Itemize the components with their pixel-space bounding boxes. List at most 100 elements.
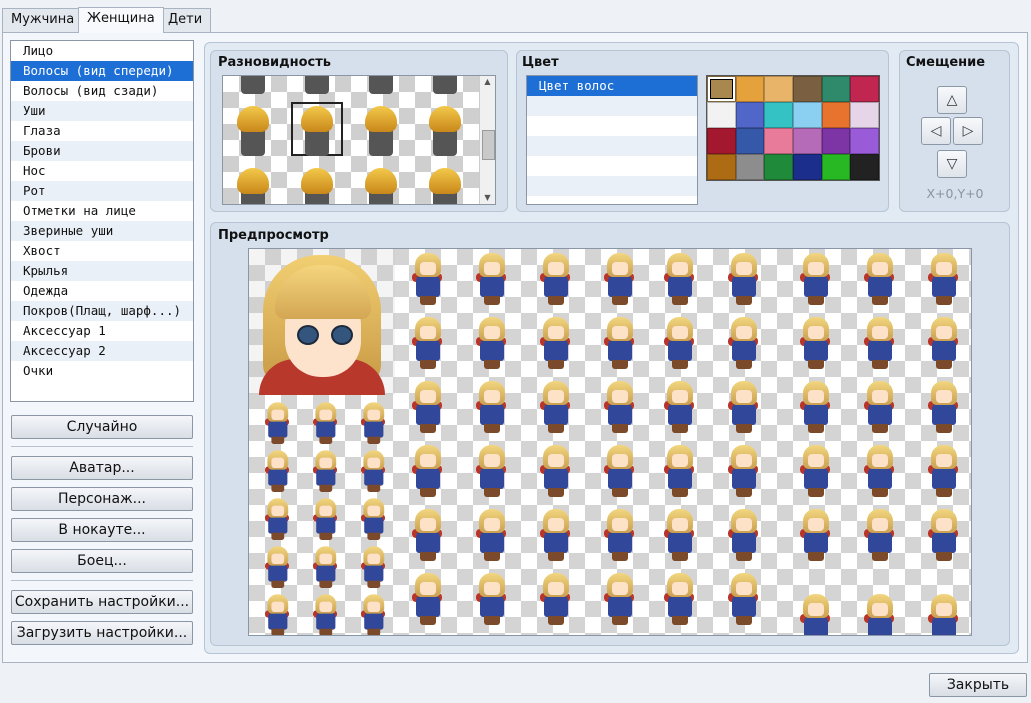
character-sprite xyxy=(599,509,639,563)
category-item[interactable]: Рот xyxy=(11,181,193,201)
character-sprite xyxy=(923,253,963,307)
avatar-button[interactable]: Аватар... xyxy=(11,456,193,480)
color-swatch[interactable] xyxy=(735,102,765,128)
color-list-item[interactable] xyxy=(527,136,697,156)
color-swatch[interactable] xyxy=(821,102,851,128)
close-button[interactable]: Закрыть xyxy=(929,673,1027,697)
color-swatch[interactable] xyxy=(850,76,879,102)
character-sprite xyxy=(471,445,511,499)
color-swatch[interactable] xyxy=(707,128,736,154)
color-list-item[interactable]: Цвет волос xyxy=(527,76,697,96)
color-swatch[interactable] xyxy=(764,102,793,128)
character-sprite xyxy=(923,509,963,563)
character-sprite xyxy=(659,445,699,499)
color-swatch[interactable] xyxy=(821,76,851,102)
hair-variant[interactable] xyxy=(415,98,475,160)
hair-variant[interactable] xyxy=(223,98,283,160)
character-sprite xyxy=(723,253,763,307)
hair-variant[interactable] xyxy=(415,76,475,98)
color-swatch[interactable] xyxy=(821,128,851,154)
color-swatch[interactable] xyxy=(821,154,851,180)
color-swatch[interactable] xyxy=(850,102,879,128)
color-swatch[interactable] xyxy=(764,154,793,180)
color-swatch[interactable] xyxy=(764,76,793,102)
color-swatch[interactable] xyxy=(735,128,765,154)
character-sprite xyxy=(923,594,963,635)
color-swatch[interactable] xyxy=(735,76,765,102)
color-swatch[interactable] xyxy=(792,154,822,180)
color-swatch[interactable] xyxy=(850,154,879,180)
tab-female[interactable]: Женщина xyxy=(78,7,164,33)
character-sprite xyxy=(795,381,835,435)
category-item[interactable]: Брови xyxy=(11,141,193,161)
fighter-button[interactable]: Боец... xyxy=(11,549,193,573)
face-portrait xyxy=(249,249,395,395)
category-item[interactable]: Аксессуар 1 xyxy=(11,321,193,341)
character-sprite xyxy=(407,573,447,627)
color-swatch[interactable] xyxy=(792,128,822,154)
hair-variant[interactable] xyxy=(223,76,283,98)
character-sprite xyxy=(599,381,639,435)
save-settings-button[interactable]: Сохранить настройки... xyxy=(11,590,193,614)
offset-up-button[interactable]: △ xyxy=(937,86,967,114)
hair-variant[interactable] xyxy=(415,160,475,204)
tab-male[interactable]: Мужчина xyxy=(2,8,84,32)
tab-kids[interactable]: Дети xyxy=(159,8,212,32)
color-swatch[interactable] xyxy=(707,76,736,102)
color-swatch[interactable] xyxy=(707,102,736,128)
category-item[interactable]: Волосы (вид сзади) xyxy=(11,81,193,101)
color-swatch[interactable] xyxy=(850,128,879,154)
character-sprite xyxy=(309,450,341,493)
load-settings-button[interactable]: Загрузить настройки... xyxy=(11,621,193,645)
category-item[interactable]: Покров(Плащ, шарф...) xyxy=(11,301,193,321)
color-list[interactable]: Цвет волос xyxy=(526,75,698,205)
character-sprite xyxy=(923,317,963,371)
variety-scrollbar[interactable]: ▲ ▼ xyxy=(479,76,495,204)
category-item[interactable]: Одежда xyxy=(11,281,193,301)
hair-variant[interactable] xyxy=(351,76,411,98)
color-list-item[interactable] xyxy=(527,176,697,196)
category-item[interactable]: Очки xyxy=(11,361,193,381)
knockout-button[interactable]: В нокауте... xyxy=(11,518,193,542)
category-item[interactable]: Аксессуар 2 xyxy=(11,341,193,361)
category-item[interactable]: Волосы (вид спереди) xyxy=(11,61,193,81)
hair-variant[interactable] xyxy=(351,98,411,160)
offset-down-button[interactable]: ▽ xyxy=(937,150,967,178)
hair-variant[interactable] xyxy=(287,160,347,204)
offset-left-button[interactable]: ◁ xyxy=(921,117,951,145)
color-list-item[interactable] xyxy=(527,156,697,176)
character-sprite xyxy=(407,317,447,371)
variety-grid[interactable] xyxy=(222,75,496,205)
color-swatch[interactable] xyxy=(764,128,793,154)
category-item[interactable]: Звериные уши xyxy=(11,221,193,241)
offset-right-button[interactable]: ▷ xyxy=(953,117,983,145)
color-list-item[interactable] xyxy=(527,96,697,116)
category-list[interactable]: Лицо Волосы (вид спереди) Волосы (вид сзад… xyxy=(10,40,194,402)
character-sprite xyxy=(795,509,835,563)
character-sprite xyxy=(723,573,763,627)
character-sprite xyxy=(407,381,447,435)
color-palette[interactable] xyxy=(706,75,880,181)
hair-variant[interactable] xyxy=(351,160,411,204)
color-swatch[interactable] xyxy=(707,154,736,180)
scroll-up-icon[interactable]: ▲ xyxy=(480,76,495,88)
color-swatch[interactable] xyxy=(792,76,822,102)
random-button[interactable]: Случайно xyxy=(11,415,193,439)
category-item[interactable]: Крылья xyxy=(11,261,193,281)
character-sprite xyxy=(723,317,763,371)
color-swatch[interactable] xyxy=(792,102,822,128)
color-list-item[interactable] xyxy=(527,116,697,136)
hair-variant[interactable] xyxy=(287,98,347,160)
hair-variant[interactable] xyxy=(223,160,283,204)
category-item[interactable]: Глаза xyxy=(11,121,193,141)
category-item[interactable]: Нос xyxy=(11,161,193,181)
category-item[interactable]: Лицо xyxy=(11,41,193,61)
scroll-thumb[interactable] xyxy=(482,130,495,160)
category-item[interactable]: Хвост xyxy=(11,241,193,261)
hair-variant[interactable] xyxy=(287,76,347,98)
category-item[interactable]: Отметки на лице xyxy=(11,201,193,221)
category-item[interactable]: Уши xyxy=(11,101,193,121)
scroll-down-icon[interactable]: ▼ xyxy=(480,192,495,204)
color-swatch[interactable] xyxy=(735,154,765,180)
character-button[interactable]: Персонаж... xyxy=(11,487,193,511)
